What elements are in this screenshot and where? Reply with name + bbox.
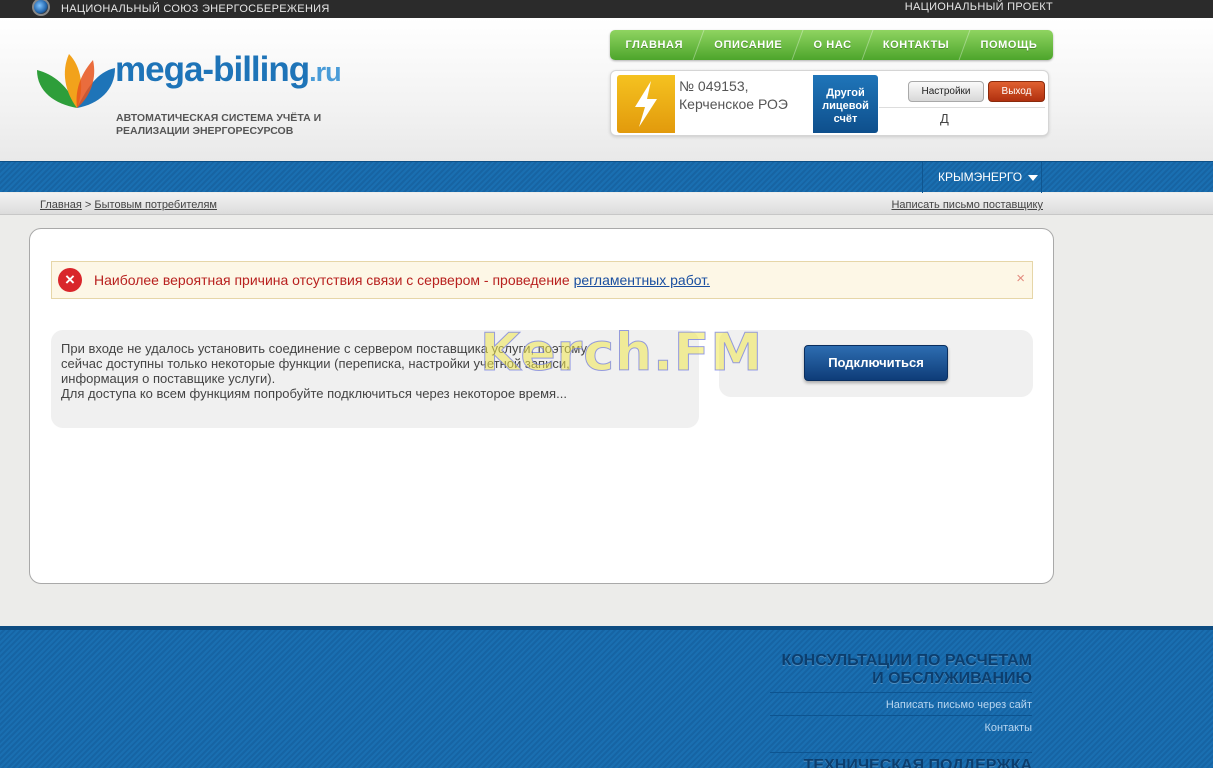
maintenance-link[interactable]: регламентных работ. <box>574 272 710 288</box>
globe-icon <box>32 0 50 16</box>
region-dropdown[interactable]: КРЫМЭНЕРГО <box>922 162 1042 193</box>
info-line: информация о поставщике услуги). <box>61 371 276 386</box>
breadcrumb-current[interactable]: Бытовым потребителям <box>94 199 217 211</box>
union-link[interactable]: НАЦИОНАЛЬНЫЙ СОЮЗ ЭНЕРГОСБЕРЕЖЕНИЯ <box>61 2 330 16</box>
footer-consult-title: КОНСУЛЬТАЦИИ ПО РАСЧЕТАМ И ОБСЛУЖИВАНИЮ <box>781 652 1032 687</box>
footer-support-title: ТЕХНИЧЕСКАЯ ПОДДЕРЖКА <box>770 752 1032 768</box>
lightning-icon <box>617 75 675 133</box>
info-line: Для доступа ко всем функциям попробуйте … <box>61 386 567 401</box>
footer-contacts-link[interactable]: Контакты <box>770 715 1032 738</box>
logo[interactable]: mega-billing.ru АВТОМАТИЧЕСКАЯ СИСТЕМА У… <box>35 50 365 142</box>
chevron-down-icon <box>1028 174 1039 181</box>
footer-write-link[interactable]: Написать письмо через сайт <box>770 692 1032 715</box>
brand-name: mega-billing.ru <box>115 50 342 89</box>
national-project-link[interactable]: НАЦИОНАЛЬНЫЙ ПРОЕКТ <box>905 0 1053 14</box>
header: mega-billing.ru АВТОМАТИЧЕСКАЯ СИСТЕМА У… <box>0 18 1213 161</box>
flower-logo-icon <box>37 54 115 108</box>
write-supplier-link[interactable]: Написать письмо поставщику <box>891 199 1043 211</box>
top-bar: НАЦИОНАЛЬНЫЙ СОЮЗ ЭНЕРГОСБЕРЕЖЕНИЯ НАЦИО… <box>0 0 1213 18</box>
top-bar-left: НАЦИОНАЛЬНЫЙ СОЮЗ ЭНЕРГОСБЕРЕЖЕНИЯ <box>32 0 330 18</box>
nav-divider <box>958 30 971 60</box>
connect-button[interactable]: Подключиться <box>804 345 948 381</box>
nav-description[interactable]: ОПИСАНИЕ <box>710 39 786 51</box>
nav-divider <box>791 30 804 60</box>
main-nav: ГЛАВНАЯ ОПИСАНИЕ О НАС КОНТАКТЫ ПОМОЩЬ <box>610 30 1053 60</box>
logout-button[interactable]: Выход <box>988 81 1045 102</box>
nav-about[interactable]: О НАС <box>809 39 855 51</box>
nav-divider <box>692 30 705 60</box>
account-company: Керченское РОЭ <box>679 96 788 112</box>
info-line: При входе не удалось установить соединен… <box>61 341 587 356</box>
settings-button[interactable]: Настройки <box>908 81 984 102</box>
breadcrumb: Главная > Бытовым потребителям Написать … <box>0 193 1213 215</box>
error-icon: × <box>58 268 82 292</box>
info-box: При входе не удалось установить соединен… <box>51 330 699 428</box>
content-panel: × Наиболее вероятная причина отсутствия … <box>29 228 1054 584</box>
region-bar: КРЫМЭНЕРГО <box>0 161 1213 193</box>
nav-help[interactable]: ПОМОЩЬ <box>976 39 1041 51</box>
account-number: № 049153, Керченское РОЭ <box>679 78 788 112</box>
error-alert: × Наиболее вероятная причина отсутствия … <box>51 261 1033 299</box>
footer: КОНСУЛЬТАЦИИ ПО РАСЧЕТАМ И ОБСЛУЖИВАНИЮ … <box>0 626 1213 768</box>
breadcrumb-separator: > <box>81 199 95 211</box>
other-account-button[interactable]: Другой лицевой счёт <box>813 75 878 133</box>
account-panel: № 049153, Керченское РОЭ Другой лицевой … <box>610 70 1049 136</box>
breadcrumb-home[interactable]: Главная <box>40 199 82 211</box>
nav-contacts[interactable]: КОНТАКТЫ <box>879 39 953 51</box>
nav-home[interactable]: ГЛАВНАЯ <box>622 39 688 51</box>
alert-message: Наиболее вероятная причина отсутствия св… <box>94 272 710 288</box>
nav-divider <box>861 30 874 60</box>
divider <box>879 107 1045 108</box>
slogan: АВТОМАТИЧЕСКАЯ СИСТЕМА УЧЁТА И РЕАЛИЗАЦИ… <box>116 112 322 137</box>
close-icon[interactable]: × <box>1016 270 1025 287</box>
connect-box: Подключиться <box>719 330 1033 397</box>
info-line: сейчас доступны только некоторые функции… <box>61 356 570 371</box>
user-initial: Д <box>940 111 949 126</box>
